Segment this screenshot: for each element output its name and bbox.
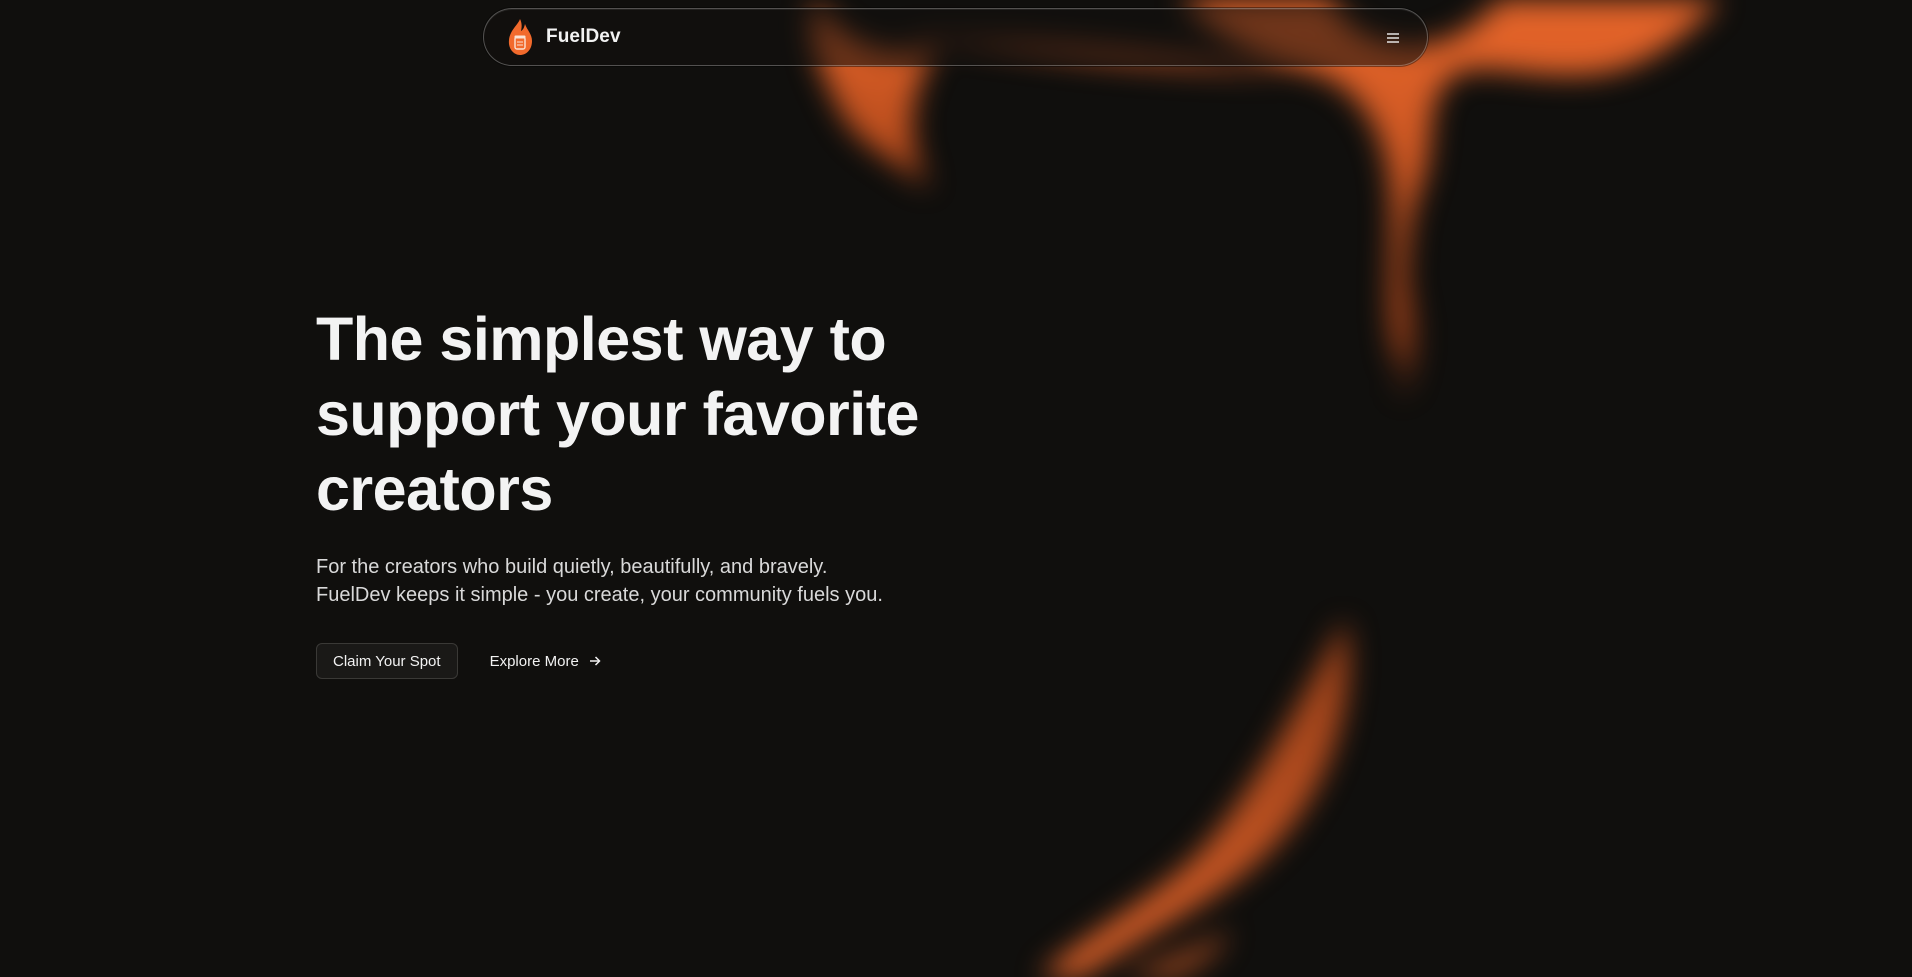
explore-more-button[interactable]: Explore More xyxy=(475,643,616,679)
hamburger-menu-icon xyxy=(1387,33,1399,43)
hero-subtitle: For the creators who build quietly, beau… xyxy=(316,553,1076,609)
subtitle-line: For the creators who build quietly, beau… xyxy=(316,556,828,578)
brand-name: FuelDev xyxy=(546,26,621,47)
headline-line: support your favorite xyxy=(316,380,919,448)
flame-jar-icon xyxy=(508,19,532,55)
menu-button[interactable] xyxy=(1383,28,1403,48)
headline-line: The simplest way to xyxy=(316,305,887,373)
arrow-right-icon xyxy=(589,655,601,667)
claim-your-spot-button[interactable]: Claim Your Spot xyxy=(316,643,458,679)
headline-line: creators xyxy=(316,455,553,523)
hero-actions: Claim Your Spot Explore More xyxy=(316,643,1076,679)
explore-more-label: Explore More xyxy=(489,652,579,670)
subtitle-line: FuelDev keeps it simple - you create, yo… xyxy=(316,584,883,606)
hero-section: The simplest way to support your favorit… xyxy=(316,302,1076,679)
claim-your-spot-label: Claim Your Spot xyxy=(333,652,441,670)
page: FuelDev The simplest way to support your… xyxy=(0,0,1912,977)
brand-link[interactable]: FuelDev xyxy=(506,18,621,56)
hero-headline: The simplest way to support your favorit… xyxy=(316,302,1076,527)
top-navbar: FuelDev xyxy=(483,8,1428,66)
